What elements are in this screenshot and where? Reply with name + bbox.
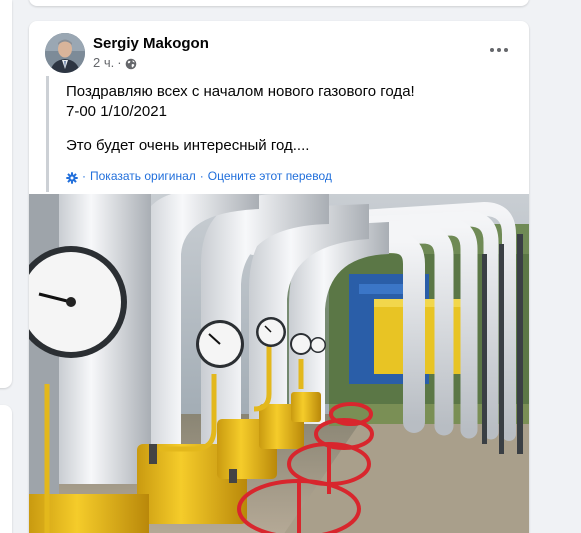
post-text: Поздравляю всех с началом нового газовог… bbox=[46, 76, 506, 192]
post-meta: 2 ч. · bbox=[93, 54, 209, 72]
post-text-line: 7-00 1/10/2021 bbox=[66, 103, 167, 120]
post-text-line: Поздравляю всех с началом нового газовог… bbox=[66, 83, 415, 100]
rate-translation-link[interactable]: Оцените этот перевод bbox=[208, 166, 332, 186]
post-time[interactable]: 2 ч. bbox=[93, 54, 114, 72]
post-header: Sergiy Makogon 2 ч. · bbox=[45, 33, 209, 73]
more-dot-icon bbox=[504, 48, 508, 52]
post-photo[interactable] bbox=[29, 194, 529, 533]
previous-post-card bbox=[29, 0, 529, 6]
translation-separator: · bbox=[82, 169, 86, 183]
show-original-link[interactable]: Показать оригинал bbox=[90, 166, 196, 186]
more-options-button[interactable] bbox=[481, 35, 517, 65]
left-column-card-lower bbox=[0, 405, 12, 533]
author-name[interactable]: Sergiy Makogon bbox=[93, 35, 209, 53]
author-avatar[interactable] bbox=[45, 33, 85, 73]
meta-dot: · bbox=[117, 55, 122, 70]
post-text-line: Это будет очень интересный год.... bbox=[66, 137, 310, 154]
more-dot-icon bbox=[490, 48, 494, 52]
globe-icon bbox=[125, 57, 137, 70]
feed-post: Sergiy Makogon 2 ч. · Поздравляю всех с bbox=[29, 21, 529, 533]
more-dot-icon bbox=[497, 48, 501, 52]
translation-bar: · Показать оригинал · Оцените этот перев… bbox=[66, 166, 506, 186]
author-block: Sergiy Makogon 2 ч. · bbox=[93, 33, 209, 73]
translation-separator: · bbox=[199, 169, 204, 183]
gear-icon bbox=[66, 170, 78, 184]
left-column-card bbox=[0, 0, 12, 388]
